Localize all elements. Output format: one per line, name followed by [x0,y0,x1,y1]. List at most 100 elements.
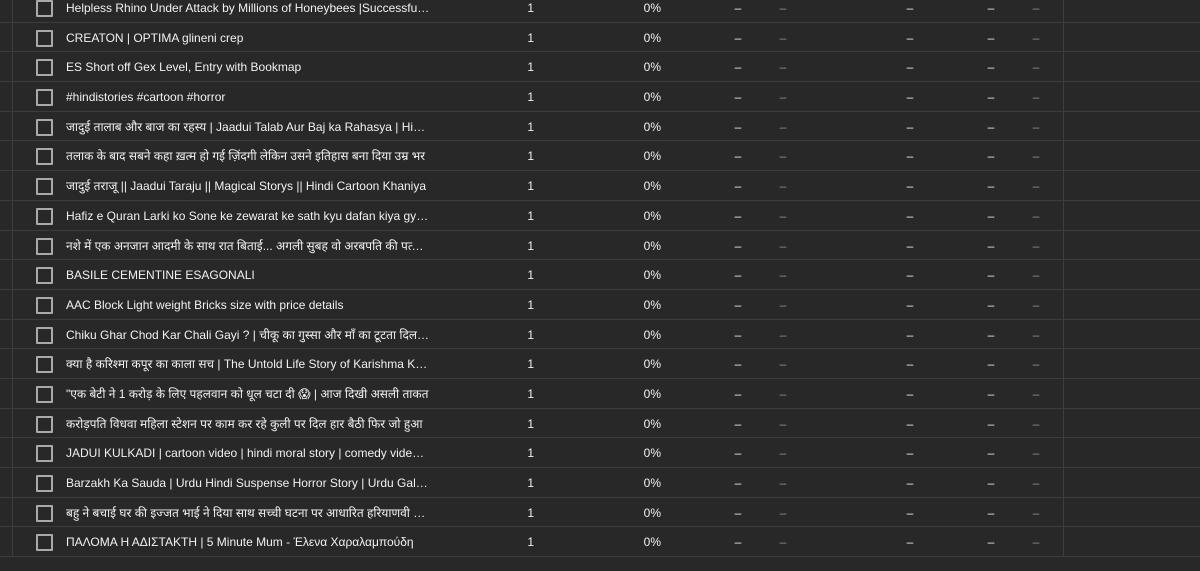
row-checkbox[interactable] [36,415,53,433]
column-divider [1063,82,1064,111]
empty-value-dash: – [779,149,787,164]
count-cell: 1 [527,268,534,283]
percent-cell: 0% [643,30,661,45]
table-row[interactable]: जादुई तराजू || Jaadui Taraju || Magical … [0,171,1200,201]
empty-value-dash: – [987,297,995,312]
table-row[interactable]: तलाक के बाद सबने कहा ख़त्म हो गई ज़िंदगी… [0,141,1200,172]
row-checkbox[interactable] [36,207,53,225]
empty-value-dash: – [1032,208,1040,223]
count-cell: 1 [527,297,534,312]
video-title-link[interactable]: "एक बेटी ने 1 करोड़ के लिए पहलवान को धूल… [66,386,430,402]
row-checkbox[interactable] [36,445,53,463]
empty-value-dash: – [906,149,914,164]
video-title-link[interactable]: क्या है करिश्मा कपूर का काला सच | The Un… [66,356,430,372]
table-row[interactable]: क्या है करिश्मा कपूर का काला सच | The Un… [0,349,1200,379]
table-row[interactable]: #hindistories #cartoon #horror 1 0% – – … [0,82,1200,112]
table-row[interactable]: JADUI KULKADI | cartoon video | hindi mo… [0,438,1200,468]
table-row[interactable]: करोड़पति विधवा महिला स्टेशन पर काम कर रह… [0,408,1200,439]
row-checkbox[interactable] [36,89,53,107]
column-divider [12,260,13,289]
empty-value-dash: – [906,268,914,283]
video-title-link[interactable]: AAC Block Light weight Bricks size with … [66,297,430,313]
empty-value-dash: – [734,297,742,312]
video-title-link[interactable]: #hindistories #cartoon #horror [66,89,430,105]
empty-value-dash: – [906,535,914,550]
table-row[interactable]: Chiku Ghar Chod Kar Chali Gayi ? | चीकू … [0,319,1200,350]
column-divider [1063,111,1064,141]
percent-cell: 0% [643,119,661,134]
empty-value-dash: – [779,535,787,550]
count-cell: 1 [527,1,534,15]
count-cell: 1 [527,30,534,45]
empty-value-dash: – [734,90,742,105]
empty-value-dash: – [906,416,914,431]
empty-value-dash: – [906,90,914,105]
video-title-link[interactable]: BASILE CEMENTINE ESAGONALI [66,267,430,283]
row-checkbox[interactable] [36,178,53,196]
percent-cell: 0% [643,60,661,75]
row-checkbox[interactable] [36,118,53,136]
table-row[interactable]: AAC Block Light weight Bricks size with … [0,289,1200,320]
video-title-link[interactable]: Hafiz e Quran Larki ko Sone ke zewarat k… [66,208,430,224]
row-checkbox[interactable] [36,148,53,166]
row-checkbox[interactable] [36,59,53,77]
row-checkbox[interactable] [36,326,53,344]
percent-cell: 0% [643,268,661,283]
empty-value-dash: – [779,119,787,134]
percent-cell: 0% [643,476,661,490]
empty-value-dash: – [906,327,914,342]
row-checkbox[interactable] [36,475,53,492]
video-title-link[interactable]: Helpless Rhino Under Attack by Millions … [66,0,430,16]
table-row[interactable]: BASILE CEMENTINE ESAGONALI 1 0% – – – – … [0,260,1200,290]
table-row[interactable]: CREATON | OPTIMA glineni crep 1 0% – – –… [0,22,1200,53]
percent-cell: 0% [643,1,661,15]
row-checkbox[interactable] [36,534,53,552]
row-checkbox[interactable] [36,504,53,522]
table-row[interactable]: Hafiz e Quran Larki ko Sone ke zewarat k… [0,200,1200,231]
table-row[interactable]: नशे में एक अनजान आदमी के साथ रात बिताई..… [0,230,1200,261]
empty-value-dash: – [906,505,914,520]
row-checkbox[interactable] [36,385,53,403]
video-title-link[interactable]: करोड़पति विधवा महिला स्टेशन पर काम कर रह… [66,416,430,432]
video-title-link[interactable]: JADUI KULKADI | cartoon video | hindi mo… [66,445,430,461]
row-checkbox[interactable] [36,267,53,285]
column-divider [1063,22,1064,52]
video-title-link[interactable]: जादुई तालाब और बाज का रहस्य | Jaadui Tal… [66,119,430,135]
row-checkbox[interactable] [36,29,53,47]
video-title-link[interactable]: Barzakh Ka Sauda | Urdu Hindi Suspense H… [66,475,430,491]
empty-value-dash: – [1032,90,1040,105]
row-checkbox[interactable] [36,0,53,17]
video-title-link[interactable]: जादुई तराजू || Jaadui Taraju || Magical … [66,178,430,194]
empty-value-dash: – [1032,416,1040,431]
column-divider [12,52,13,82]
video-title-link[interactable]: नशे में एक अनजान आदमी के साथ रात बिताई..… [66,238,430,254]
table-row[interactable]: बहु ने बचाई घर की इज्जत भाई ने दिया साथ … [0,497,1200,528]
table-row[interactable]: ES Short off Gex Level, Entry with Bookm… [0,52,1200,83]
empty-value-dash: – [779,327,787,342]
video-title-link[interactable]: बहु ने बचाई घर की इज्जत भाई ने दिया साथ … [66,505,430,521]
row-checkbox[interactable] [36,296,53,314]
video-title-link[interactable]: तलाक के बाद सबने कहा ख़त्म हो गई ज़िंदगी… [66,148,430,164]
empty-value-dash: – [987,535,995,550]
row-checkbox[interactable] [36,237,53,255]
column-divider [1063,289,1064,319]
column-divider [12,408,13,438]
table-row[interactable]: Helpless Rhino Under Attack by Millions … [0,0,1200,23]
column-divider [1063,497,1064,527]
video-title-link[interactable]: CREATON | OPTIMA glineni crep [66,30,430,46]
row-checkbox[interactable] [36,356,53,374]
empty-value-dash: – [779,179,787,194]
table-row[interactable]: Barzakh Ka Sauda | Urdu Hindi Suspense H… [0,468,1200,498]
video-title-link[interactable]: ES Short off Gex Level, Entry with Bookm… [66,59,430,75]
empty-value-dash: – [906,1,914,15]
video-title-link[interactable]: ΠΑΛΟΜΑ Η ΑΔΙΣΤΑΚΤΗ | 5 Minute Mum - Έλεν… [66,534,430,550]
empty-value-dash: – [987,208,995,223]
video-title-link[interactable]: Chiku Ghar Chod Kar Chali Gayi ? | चीकू … [66,327,430,343]
table-row[interactable]: ΠΑΛΟΜΑ Η ΑΔΙΣΤΑΚΤΗ | 5 Minute Mum - Έλεν… [0,527,1200,558]
empty-value-dash: – [987,1,995,15]
percent-cell: 0% [643,505,661,520]
column-divider [12,497,13,527]
table-row[interactable]: जादुई तालाब और बाज का रहस्य | Jaadui Tal… [0,111,1200,142]
table-row[interactable]: "एक बेटी ने 1 करोड़ के लिए पहलवान को धूल… [0,378,1200,409]
column-divider [1063,171,1064,200]
